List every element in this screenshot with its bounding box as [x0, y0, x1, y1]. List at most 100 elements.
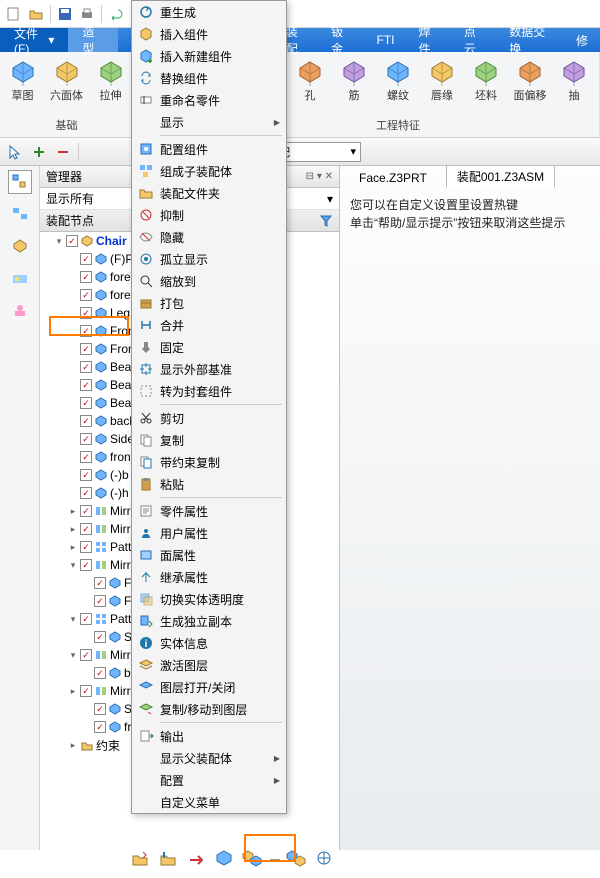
qa-open[interactable] — [26, 4, 46, 24]
tree-twisty[interactable]: ▸ — [68, 542, 78, 553]
bb-6[interactable] — [286, 848, 308, 870]
ctx-生成独立副本[interactable]: 生成独立副本 — [132, 610, 286, 632]
bb-1[interactable] — [130, 848, 152, 870]
ribbon-螺纹[interactable]: 螺纹 — [377, 54, 419, 103]
ctx-装配文件夹[interactable]: 装配文件夹 — [132, 182, 286, 204]
ribbon-草图[interactable]: 草图 — [2, 54, 44, 103]
ctx-icon — [138, 476, 154, 492]
tree-twisty[interactable]: ▾ — [68, 614, 78, 625]
doc-tab-asm[interactable]: 装配001.Z3ASM — [446, 165, 555, 188]
ctx-显示外部基准[interactable]: 显示外部基准 — [132, 358, 286, 380]
ctx-转为封套组件[interactable]: 转为封套组件 — [132, 380, 286, 402]
ribbon-孔[interactable]: 孔 — [289, 54, 331, 103]
tree-twisty[interactable]: ▾ — [54, 236, 64, 247]
ctx-自定义菜单[interactable]: 自定义菜单 — [132, 791, 286, 813]
ctx-切换实体透明度[interactable]: 切换实体透明度 — [132, 588, 286, 610]
ctx-重命名零件[interactable]: 重命名零件 — [132, 89, 286, 111]
tree-icon — [94, 324, 108, 338]
ctx-组成子装配体[interactable]: 组成子装配体 — [132, 160, 286, 182]
ribbon-唇缘[interactable]: 唇缘 — [421, 54, 463, 103]
ctx-合并[interactable]: 合并 — [132, 314, 286, 336]
ribbon-筋[interactable]: 筋 — [333, 54, 375, 103]
ctx-零件属性[interactable]: 零件属性 — [132, 500, 286, 522]
tree-icon — [94, 396, 108, 410]
tree-icon — [94, 522, 108, 536]
ribbon-坯料[interactable]: 坯料 — [465, 54, 507, 103]
qa-print[interactable] — [77, 4, 97, 24]
tb-select[interactable] — [4, 141, 26, 163]
ctx-带约束复制[interactable]: 带约束复制 — [132, 451, 286, 473]
tree-twisty[interactable]: ▸ — [68, 686, 78, 697]
ribbon-六面体[interactable]: 六面体 — [46, 54, 88, 103]
tree-label: Patt — [110, 540, 131, 554]
qa-save[interactable] — [55, 4, 75, 24]
ctx-复制[interactable]: 复制 — [132, 429, 286, 451]
tab-sheetmetal[interactable]: 钣金 — [319, 28, 364, 52]
lp-view2[interactable] — [8, 234, 32, 258]
ctx-打包[interactable]: 打包 — [132, 292, 286, 314]
lp-view4[interactable] — [8, 298, 32, 322]
viewport[interactable]: Face.Z3PRT 装配001.Z3ASM 您可以在自定义设置里设置热键 单击… — [340, 166, 600, 850]
ribbon-面偏移[interactable]: 面偏移 — [509, 54, 551, 103]
ctx-孤立显示[interactable]: 孤立显示 — [132, 248, 286, 270]
tab-weld[interactable]: 焊件 — [407, 28, 452, 52]
ctx-显示[interactable]: 显示▶ — [132, 111, 286, 133]
tree-icon — [80, 234, 94, 248]
tab-fti[interactable]: FTI — [365, 28, 407, 52]
ctx-显示父装配体[interactable]: 显示父装配体▶ — [132, 747, 286, 769]
ctx-插入新建组件[interactable]: 插入新建组件 — [132, 45, 286, 67]
tree-icon — [94, 540, 108, 554]
tree-twisty[interactable]: ▸ — [68, 740, 78, 751]
ctx-粘贴[interactable]: 粘贴 — [132, 473, 286, 495]
ctx-继承属性[interactable]: 继承属性 — [132, 566, 286, 588]
ctx-插入组件[interactable]: 插入组件 — [132, 23, 286, 45]
ctx-面属性[interactable]: 面属性 — [132, 544, 286, 566]
ctx-实体信息[interactable]: i实体信息 — [132, 632, 286, 654]
tree-twisty[interactable]: ▾ — [68, 560, 78, 571]
ctx-隐藏[interactable]: 隐藏 — [132, 226, 286, 248]
bb-7[interactable] — [314, 848, 336, 870]
ctx-抑制[interactable]: 抑制 — [132, 204, 286, 226]
ctx-配置组件[interactable]: 配置组件 — [132, 138, 286, 160]
tree-twisty[interactable]: ▸ — [68, 524, 78, 535]
ribbon-拉伸[interactable]: 拉伸 — [90, 54, 132, 103]
tree-twisty[interactable]: ▸ — [68, 506, 78, 517]
ctx-激活图层[interactable]: 激活图层 — [132, 654, 286, 676]
ctx-图层打开/关闭[interactable]: 图层打开/关闭 — [132, 676, 286, 698]
bb-4[interactable] — [214, 848, 236, 870]
ctx-剪切[interactable]: 剪切 — [132, 407, 286, 429]
menu-file[interactable]: 文件(F) ▾ — [0, 28, 68, 52]
ctx-输出[interactable]: 输出 — [132, 725, 286, 747]
menu-modeling[interactable]: 造型 — [68, 28, 117, 52]
ctx-复制/移动到图层[interactable]: 复制/移动到图层 — [132, 698, 286, 720]
show-all[interactable]: 显示所有 — [46, 190, 94, 207]
panel-controls[interactable]: ⊟ ▾ ✕ — [306, 171, 333, 182]
lp-view1[interactable] — [8, 202, 32, 226]
tree-icon — [94, 558, 108, 572]
qa-new[interactable] — [4, 4, 24, 24]
bb-3[interactable] — [186, 848, 208, 870]
hint-text: 您可以在自定义设置里设置热键 单击“帮助/显示提示”按钮来取消这些提示 — [340, 188, 600, 240]
ctx-固定[interactable]: 固定 — [132, 336, 286, 358]
context-menu[interactable]: 重生成插入组件插入新建组件替换组件重命名零件显示▶ 配置组件组成子装配体装配文件夹… — [131, 0, 287, 814]
ctx-重生成[interactable]: 重生成 — [132, 1, 286, 23]
tab-pointcloud[interactable]: 点云 — [452, 28, 497, 52]
bb-2[interactable] — [158, 848, 180, 870]
lp-view3[interactable] — [8, 266, 32, 290]
qa-undo[interactable] — [106, 4, 126, 24]
doc-tab-face[interactable]: Face.Z3PRT — [348, 168, 438, 188]
ctx-替换组件[interactable]: 替换组件 — [132, 67, 286, 89]
ctx-icon — [138, 26, 154, 42]
tb-remove[interactable] — [52, 141, 74, 163]
ctx-用户属性[interactable]: 用户属性 — [132, 522, 286, 544]
bb-5[interactable] — [242, 848, 264, 870]
ribbon-抽[interactable]: 抽 — [553, 54, 595, 103]
ctx-配置[interactable]: 配置▶ — [132, 769, 286, 791]
lp-manager[interactable] — [8, 170, 32, 194]
tab-repair[interactable]: 修 — [564, 28, 600, 52]
tb-add[interactable] — [28, 141, 50, 163]
ctx-缩放到[interactable]: 缩放到 — [132, 270, 286, 292]
tree-twisty[interactable]: ▾ — [68, 650, 78, 661]
tree-icon — [94, 342, 108, 356]
tab-exchange[interactable]: 数据交换 — [497, 28, 564, 52]
